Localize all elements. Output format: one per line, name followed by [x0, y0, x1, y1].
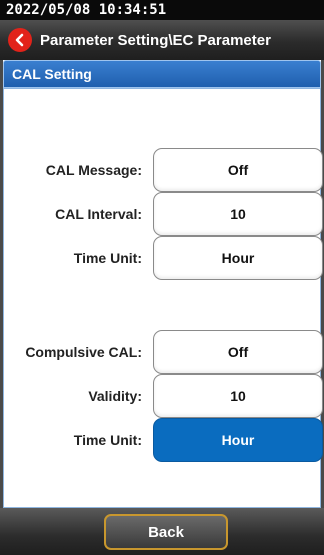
cal-interval-field[interactable]: 10 — [153, 192, 323, 236]
title-bar: Parameter Setting\EC Parameter — [0, 20, 324, 60]
validity-label: Validity: — [88, 388, 142, 404]
time-unit-field-2[interactable]: Hour — [153, 418, 323, 462]
section-header: CAL Setting — [3, 60, 321, 88]
cal-message-field[interactable]: Off — [153, 148, 323, 192]
back-arrow-icon[interactable] — [8, 28, 32, 52]
compulsive-cal-field[interactable]: Off — [153, 330, 323, 374]
time-unit-field-1[interactable]: Hour — [153, 236, 323, 280]
cal-message-label: CAL Message: — [45, 162, 142, 178]
validity-field[interactable]: 10 — [153, 374, 323, 418]
chevron-left-icon — [15, 33, 24, 47]
back-button[interactable]: Back — [104, 514, 228, 550]
status-bar: 2022/05/08 10:34:51 — [0, 0, 324, 20]
compulsive-cal-label: Compulsive CAL: — [25, 344, 142, 360]
time-unit-label-1: Time Unit: — [73, 250, 142, 266]
settings-panel: CAL Message: Off CAL Interval: 10 Time U… — [3, 88, 323, 508]
footer-bar: Back — [0, 508, 324, 555]
page-title: Parameter Setting\EC Parameter — [40, 31, 271, 49]
datetime: 2022/05/08 10:34:51 — [6, 2, 167, 18]
time-unit-label-2: Time Unit: — [73, 432, 142, 448]
cal-interval-label: CAL Interval: — [55, 206, 142, 222]
